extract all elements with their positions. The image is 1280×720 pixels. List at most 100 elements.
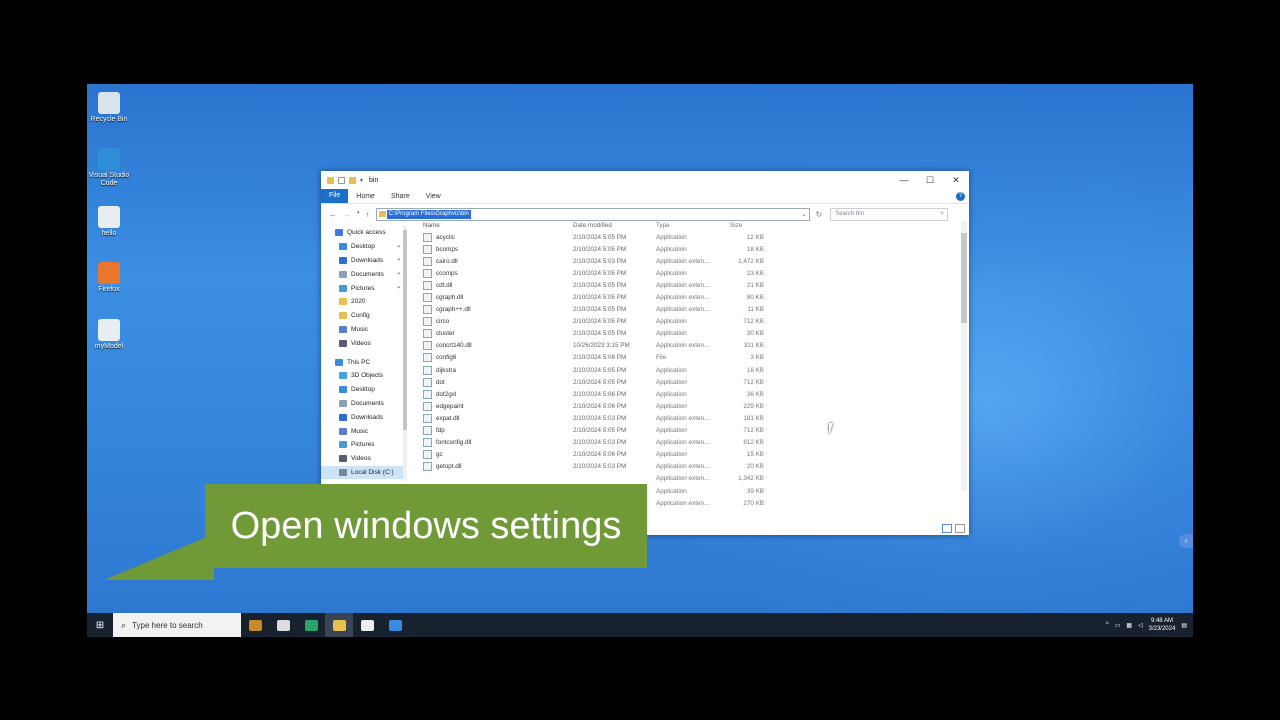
notifications-icon[interactable]: ▤ [1181, 622, 1187, 629]
nav-item[interactable]: Videos [321, 336, 403, 350]
file-row[interactable]: cgraph.dll 2/10/2024 5:05 PM Application e… [409, 291, 961, 303]
taskbar-app[interactable] [269, 613, 297, 637]
column-date[interactable]: Date modified [573, 222, 656, 229]
maximize-button[interactable]: ☐ [917, 175, 943, 186]
tab-home[interactable]: Home [348, 193, 383, 200]
nav-item[interactable]: Downloads ✦ [321, 254, 403, 268]
tab-share[interactable]: Share [383, 193, 418, 200]
windows-start-icon[interactable]: ⊞ [87, 620, 113, 631]
desktop-shortcut[interactable]: Recycle Bin [87, 92, 134, 124]
taskbar-app[interactable] [353, 613, 381, 637]
column-name[interactable]: Name [409, 222, 573, 229]
large-icons-view-icon[interactable] [955, 524, 965, 533]
nav-item-label: Pictures [351, 284, 375, 292]
file-row[interactable]: expat.dll 2/10/2024 5:03 PM Application ex… [409, 412, 961, 424]
file-date: 2/10/2024 5:05 PM [573, 306, 627, 314]
tab-view[interactable]: View [418, 193, 449, 200]
file-row[interactable]: ccomps 2/10/2024 5:05 PM Application 23 KB [409, 267, 961, 279]
file-row[interactable]: config6 2/10/2024 5:06 PM File 3 KB [409, 352, 961, 364]
file-row[interactable]: bcomps 2/10/2024 5:05 PM Application 18 KB [409, 243, 961, 255]
taskbar-app[interactable] [241, 613, 269, 637]
nav-item[interactable]: Documents ✦ [321, 267, 403, 281]
up-arrow-icon[interactable]: ↑ [366, 210, 370, 219]
file-size: 39 KB [746, 487, 764, 495]
file-size: 712 KB [743, 318, 764, 326]
nav-item[interactable]: Config [321, 309, 403, 323]
file-row[interactable]: concrt140.dll 10/26/2023 3:15 PM Applicati… [409, 340, 961, 352]
recent-locations-icon[interactable]: ▾ [357, 210, 360, 219]
file-row[interactable]: cluster 2/10/2024 5:05 PM Application 30 KB [409, 328, 961, 340]
file-row[interactable]: gc 2/10/2024 5:06 PM Application 15 KB [409, 449, 961, 461]
back-arrow-icon[interactable]: ← [329, 210, 337, 219]
file-row[interactable]: fontconfig.dll 2/10/2024 5:03 PM Applicati… [409, 437, 961, 449]
help-icon[interactable]: ? [956, 191, 965, 201]
minimize-button[interactable]: — [891, 175, 917, 186]
file-row[interactable]: dot2gxl 2/10/2024 5:06 PM Application 36 KB [409, 388, 961, 400]
file-row[interactable]: edgepaint 2/10/2024 5:06 PM Application 229… [409, 400, 961, 412]
nav-item[interactable]: 3D Objects [321, 369, 403, 383]
file-row[interactable]: acyclic 2/10/2024 5:05 PM Application 12 KB [409, 231, 961, 243]
details-view-icon[interactable] [942, 524, 952, 533]
address-text[interactable]: C:\Program Files\Graphviz\bin [386, 209, 471, 219]
nav-item[interactable]: Music [321, 323, 403, 337]
taskbar-search[interactable]: ⌕ Type here to search [113, 613, 241, 637]
file-name: acyclic [436, 233, 455, 241]
desktop-shortcut[interactable]: myModel [87, 319, 134, 351]
chevron-up-icon[interactable]: ^ [1106, 622, 1109, 628]
clock[interactable]: 9:48 AM 3/23/2024 [1149, 617, 1176, 633]
forward-arrow-icon[interactable]: → [343, 210, 351, 219]
file-size: 12 KB [746, 233, 764, 241]
chevron-left-icon[interactable]: ‹ [1179, 534, 1193, 548]
taskbar-app[interactable] [297, 613, 325, 637]
close-button[interactable]: ✕ [943, 175, 969, 186]
nav-item[interactable]: This PC [321, 355, 403, 369]
view-toggle-icons[interactable] [942, 524, 965, 533]
new-folder-icon[interactable] [349, 176, 356, 184]
file-row[interactable]: dijkstra 2/10/2024 5:05 PM Application 16 K… [409, 364, 961, 376]
file-row[interactable]: fdp 2/10/2024 5:05 PM Application 712 KB [409, 425, 961, 437]
properties-icon[interactable] [338, 176, 345, 184]
refresh-icon[interactable]: ↻ [816, 210, 823, 219]
nav-item[interactable]: Documents [321, 397, 403, 411]
nav-item-label: Videos [351, 339, 371, 347]
desktop-shortcut[interactable]: Firefox [87, 262, 134, 294]
chevron-down-icon[interactable]: ⌄ [801, 211, 806, 218]
taskbar-app[interactable] [325, 613, 353, 637]
file-row[interactable]: getopt.dll 2/10/2024 5:03 PM Application e… [409, 461, 961, 473]
file-row[interactable]: circo 2/10/2024 5:05 PM Application 712 KB [409, 316, 961, 328]
nav-item[interactable]: Desktop [321, 383, 403, 397]
desktop-shortcut[interactable]: Visual Studio Code [87, 148, 134, 188]
file-date: 2/10/2024 5:05 PM [573, 378, 627, 386]
file-icon [423, 389, 432, 399]
file-row[interactable]: cairo.dll 2/10/2024 5:03 PM Application ex… [409, 255, 961, 267]
file-name: cairo.dll [436, 257, 458, 265]
desktop-shortcut[interactable]: hello [87, 206, 134, 238]
file-list-scrollbar[interactable] [961, 221, 967, 491]
nav-item[interactable]: Pictures ✦ [321, 281, 403, 295]
network-icon[interactable]: ▦ [1126, 622, 1132, 629]
file-row[interactable]: dot 2/10/2024 5:05 PM Application 712 KB [409, 376, 961, 388]
taskbar-app[interactable] [381, 613, 409, 637]
nav-item[interactable]: Videos [321, 452, 403, 466]
clock-date: 3/23/2024 [1148, 626, 1176, 632]
column-type[interactable]: Type [656, 222, 726, 229]
nav-scrollbar[interactable] [403, 226, 407, 481]
nav-item[interactable]: Desktop ✦ [321, 240, 403, 254]
volume-icon[interactable]: ◁ [1138, 622, 1143, 629]
nav-item[interactable]: Pictures [321, 438, 403, 452]
folder-icon [327, 176, 334, 184]
column-size[interactable]: Size [726, 222, 768, 229]
nav-item[interactable]: Downloads [321, 410, 403, 424]
file-type: Application [656, 451, 687, 459]
nav-item[interactable]: 2020 [321, 295, 403, 309]
file-type: Application [656, 233, 687, 241]
nav-item[interactable]: Quick access [321, 226, 403, 240]
file-row[interactable]: cgraph++.dll 2/10/2024 5:05 PM Application… [409, 304, 961, 316]
nav-item[interactable]: Music [321, 424, 403, 438]
file-row[interactable]: cdt.dll 2/10/2024 5:05 PM Application exte… [409, 279, 961, 291]
nav-item[interactable]: Local Disk (C:) [321, 465, 403, 480]
file-size: 270 KB [743, 499, 764, 507]
file-tab[interactable]: File [321, 189, 349, 203]
customize-toolbar-icon[interactable]: ▾ [360, 177, 363, 184]
battery-icon[interactable]: ▭ [1115, 622, 1121, 629]
